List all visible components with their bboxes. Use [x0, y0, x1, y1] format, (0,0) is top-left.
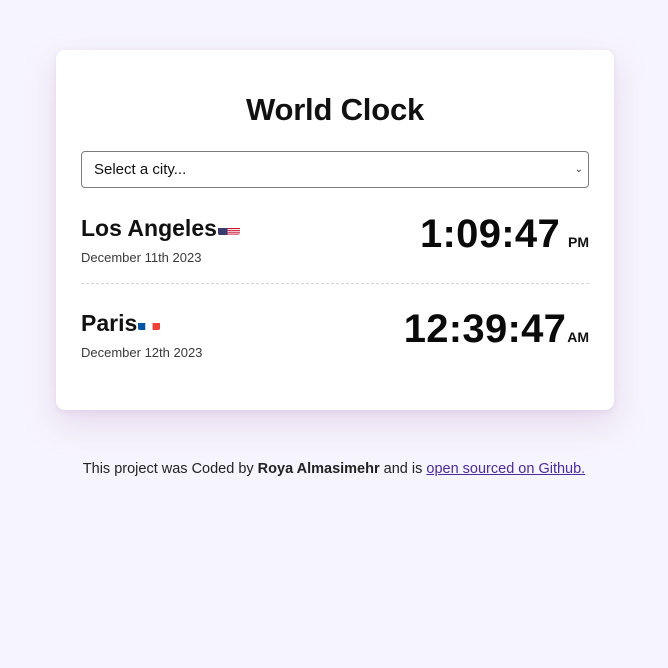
city-date: December 11th 2023	[81, 250, 202, 265]
city-row-los-angeles: Los Angeles December 11th 2023 1:09:47 PM	[81, 210, 589, 284]
github-link[interactable]: open sourced on Github.	[426, 461, 585, 477]
city-time: 12:39:47AM	[404, 307, 589, 352]
time-value: 12:39:47	[403, 307, 567, 351]
time-period: PM	[568, 234, 589, 250]
city-name: Los Angeles	[81, 215, 240, 242]
france-flag-icon	[138, 316, 161, 330]
footer-middle: and is	[379, 461, 427, 477]
time-period: AM	[567, 329, 589, 345]
footer-author: Roya Almasimehr	[257, 461, 380, 477]
city-name-label: Paris	[81, 310, 138, 336]
city-row-paris: Paris December 12th 2023 12:39:47AM	[81, 305, 589, 378]
time-value: 1:09:47	[420, 212, 560, 256]
city-name: Paris	[81, 310, 161, 337]
world-clock-card: World Clock Select a city... ⌄ Los Angel…	[56, 50, 614, 410]
city-select[interactable]: Select a city... ⌄	[81, 151, 589, 188]
chevron-down-icon: ⌄	[574, 164, 583, 175]
page-title: World Clock	[245, 92, 425, 127]
city-time: 1:09:47 PM	[420, 212, 589, 257]
us-flag-icon	[217, 221, 240, 235]
city-select-value: Select a city...	[94, 161, 187, 178]
footer: This project was Coded by Roya Almasimeh…	[0, 461, 668, 477]
city-name-label: Los Angeles	[81, 215, 217, 241]
page: World Clock Select a city... ⌄ Los Angel…	[0, 0, 668, 668]
footer-prefix: This project was Coded by	[82, 461, 258, 477]
city-date: December 12th 2023	[81, 345, 203, 360]
